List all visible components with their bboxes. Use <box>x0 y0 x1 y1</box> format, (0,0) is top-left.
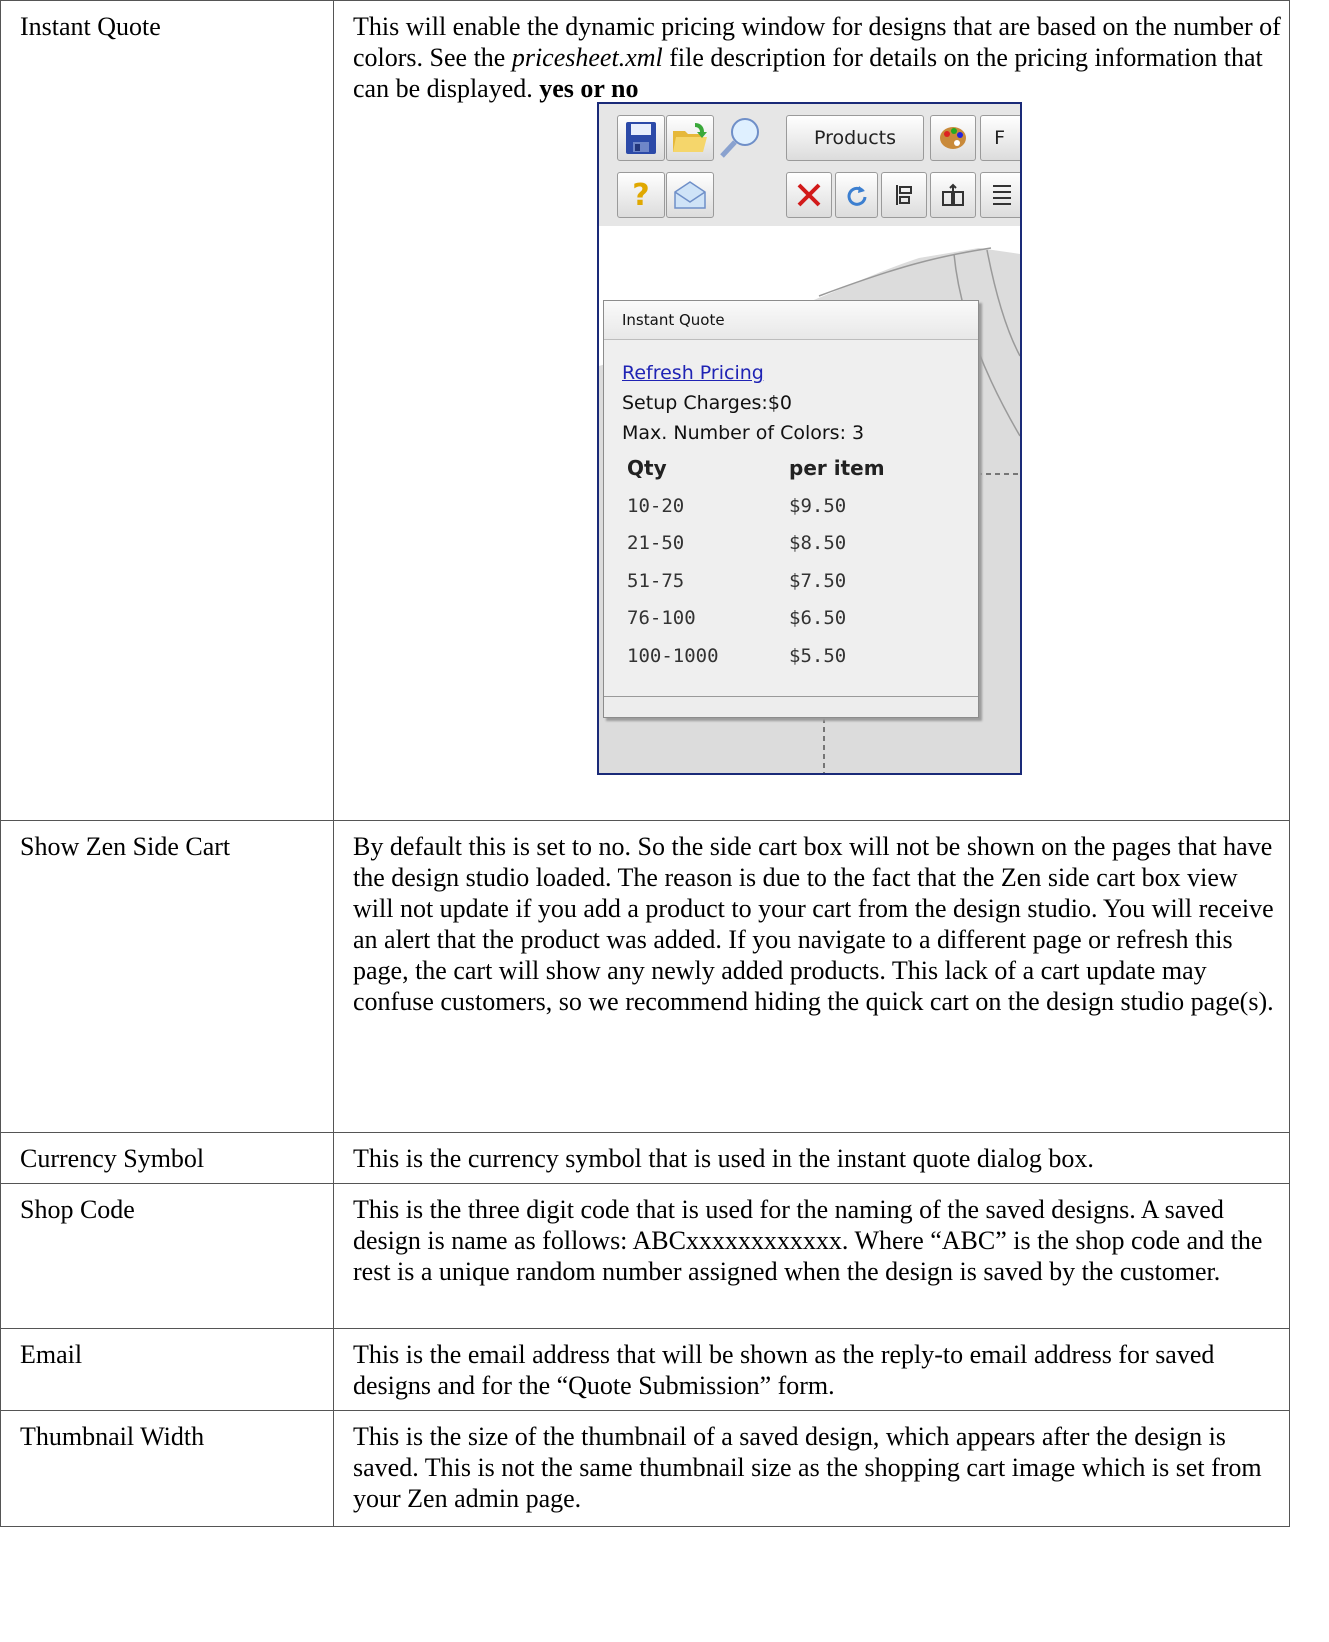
quote-window-footer <box>604 696 978 717</box>
setting-description: By default this is set to no. So the sid… <box>333 820 1290 1133</box>
per-item-header: per item <box>789 456 885 480</box>
zoom-icon[interactable] <box>715 115 767 161</box>
price-row: 76-100 $6.50 <box>622 603 978 641</box>
table-row: Shop Code This is the three digit code t… <box>0 1183 1290 1329</box>
file-name: pricesheet.xml <box>511 43 663 72</box>
toolbar: Products F ? <box>599 104 1020 226</box>
setting-label: Instant Quote <box>0 0 334 821</box>
qty-cell: 100-1000 <box>627 644 719 667</box>
setting-description: This is the three digit code that is use… <box>333 1183 1290 1329</box>
setting-description: This is the size of the thumbnail of a s… <box>333 1410 1290 1527</box>
email-icon[interactable] <box>666 172 714 218</box>
setting-label: Thumbnail Width <box>0 1410 334 1527</box>
setting-label: Email <box>0 1328 334 1411</box>
products-button[interactable]: Products <box>786 115 924 161</box>
qty-cell: 76-100 <box>627 607 696 629</box>
setting-description: This is the currency symbol that is used… <box>333 1132 1290 1184</box>
price-cell: $8.50 <box>789 532 847 554</box>
price-cell: $6.50 <box>789 607 847 629</box>
text-align-icon[interactable] <box>980 172 1020 218</box>
qty-cell: 51-75 <box>627 569 685 592</box>
price-table-header: Qty per item <box>622 453 978 491</box>
qty-cell: 21-50 <box>627 532 685 554</box>
palette-icon[interactable] <box>930 115 976 161</box>
instant-quote-window: Instant Quote Refresh Pricing Setup Char… <box>603 300 979 718</box>
instant-quote-screenshot: Products F ? Instant Quote Refresh Prici… <box>597 102 1022 775</box>
price-cell: $7.50 <box>789 569 847 592</box>
max-colors: Max. Number of Colors: 3 <box>622 422 865 444</box>
setup-charges: Setup Charges:$0 <box>622 392 792 414</box>
refresh-pricing-link[interactable]: Refresh Pricing <box>622 358 978 388</box>
price-row: 100-1000 $5.50 <box>622 641 978 679</box>
save-icon[interactable] <box>617 115 665 161</box>
setting-label: Show Zen Side Cart <box>0 820 334 1133</box>
options-text: yes or no <box>539 74 639 103</box>
align-icon[interactable] <box>881 172 927 218</box>
price-row: 10-20 $9.50 <box>622 491 978 529</box>
setting-label: Currency Symbol <box>0 1132 334 1184</box>
delete-icon[interactable] <box>786 172 832 218</box>
qty-cell: 10-20 <box>627 494 685 517</box>
price-cell: $9.50 <box>789 494 847 517</box>
help-icon[interactable]: ? <box>617 172 665 218</box>
table-row: Email This is the email address that wil… <box>0 1328 1290 1411</box>
settings-table: Instant Quote This will enable the dynam… <box>0 0 1290 1527</box>
price-cell: $5.50 <box>789 644 847 667</box>
table-row: Currency Symbol This is the currency sym… <box>0 1132 1290 1184</box>
f-button[interactable]: F <box>980 115 1020 161</box>
qty-header: Qty <box>627 456 667 480</box>
quote-window-title: Instant Quote <box>604 301 978 340</box>
price-row: 21-50 $8.50 <box>622 528 978 566</box>
rotate-icon[interactable] <box>835 172 878 218</box>
setting-label: Shop Code <box>0 1183 334 1329</box>
price-table: Qty per item 10-20 $9.50 21-50 $8.50 51-75… <box>622 453 978 678</box>
flip-icon[interactable] <box>930 172 976 218</box>
table-row: Instant Quote This will enable the dynam… <box>0 0 1290 821</box>
table-row: Show Zen Side Cart By default this is se… <box>0 820 1290 1133</box>
setting-description: This will enable the dynamic pricing win… <box>333 0 1290 821</box>
instant-quote-description: This will enable the dynamic pricing win… <box>353 12 1281 103</box>
table-row: Thumbnail Width This is the size of the … <box>0 1410 1290 1527</box>
open-folder-icon[interactable] <box>666 115 714 161</box>
price-row: 51-75 $7.50 <box>622 566 978 604</box>
setting-description: This is the email address that will be s… <box>333 1328 1290 1411</box>
